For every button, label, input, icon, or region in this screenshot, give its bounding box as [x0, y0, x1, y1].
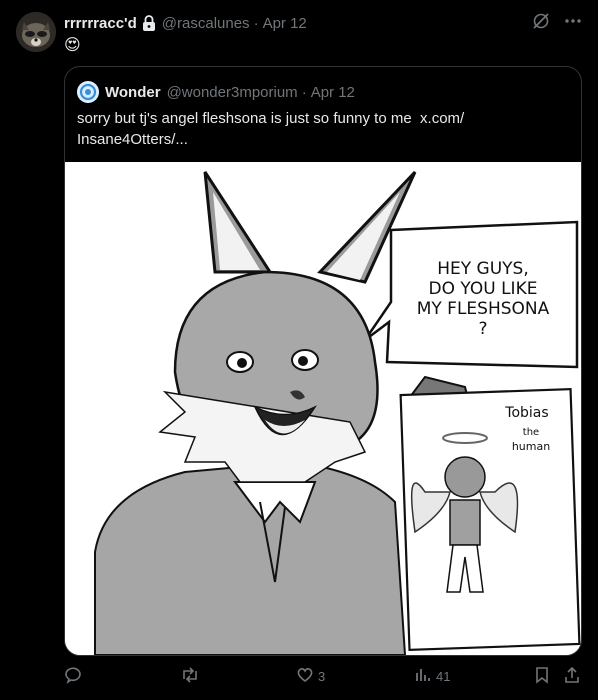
quoted-link-line2: Insane4Otters/... [77, 131, 188, 148]
views-button[interactable]: 41 [414, 666, 450, 687]
sign-the: the [523, 427, 539, 438]
quoted-author-name[interactable]: Wonder [105, 84, 161, 101]
author-handle[interactable]: @rascalunes [162, 15, 250, 32]
share-icon [564, 666, 580, 687]
speech-line-2: DO YOU LIKE [429, 279, 538, 299]
more-options-icon[interactable] [564, 12, 582, 35]
post-date[interactable]: Apr 12 [263, 15, 307, 32]
post-top-icons [532, 12, 582, 35]
bookmark-button[interactable] [534, 666, 550, 687]
views-count: 41 [436, 669, 451, 684]
speech-line-1: HEY GUYS, [437, 259, 529, 279]
like-count: 3 [318, 669, 326, 684]
speech-line-4: ? [478, 319, 487, 339]
quoted-text: sorry but tj's angel fleshsona is just s… [77, 108, 567, 150]
quoted-avatar[interactable] [77, 81, 99, 103]
post-action-bar: 3 41 [64, 666, 582, 690]
quoted-date[interactable]: Apr 12 [311, 84, 355, 101]
like-button[interactable]: 3 [296, 666, 325, 687]
quoted-header: Wonder @wonder3mporium · Apr 12 [77, 81, 355, 103]
quoted-post[interactable]: Wonder @wonder3mporium · Apr 12 sorry bu… [64, 66, 582, 656]
repost-button[interactable] [180, 666, 204, 687]
speech-line-3: MY FLESHSONA [417, 299, 550, 319]
quoted-text-body: sorry but tj's angel fleshsona is just s… [77, 110, 412, 127]
reply-button[interactable] [64, 666, 86, 687]
views-icon [414, 666, 432, 687]
post-text: 😍 [64, 36, 81, 56]
repost-icon [180, 666, 200, 687]
reply-icon [64, 666, 82, 687]
post-header: rrrrrracc'd @rascalunes · Apr 12 [64, 13, 307, 33]
heart-icon [296, 666, 314, 687]
author-avatar[interactable] [16, 12, 56, 52]
lock-icon [142, 15, 156, 31]
separator-dot: · [253, 14, 259, 32]
emoji-heart-eyes: 😍 [64, 37, 81, 54]
grok-icon[interactable] [532, 12, 550, 35]
quoted-author-handle[interactable]: @wonder3mporium [167, 84, 298, 101]
share-button[interactable] [564, 666, 580, 687]
quoted-link-line1: x.com/ [420, 110, 465, 127]
sign-human: human [512, 440, 550, 453]
bookmark-icon [534, 666, 550, 687]
quoted-separator-dot: · [301, 83, 307, 101]
author-name[interactable]: rrrrrracc'd [64, 15, 137, 32]
quoted-media-image[interactable]: HEY GUYS, DO YOU LIKE MY FLESHSONA ? Tob… [65, 162, 581, 655]
sign-name: Tobias [504, 405, 548, 421]
